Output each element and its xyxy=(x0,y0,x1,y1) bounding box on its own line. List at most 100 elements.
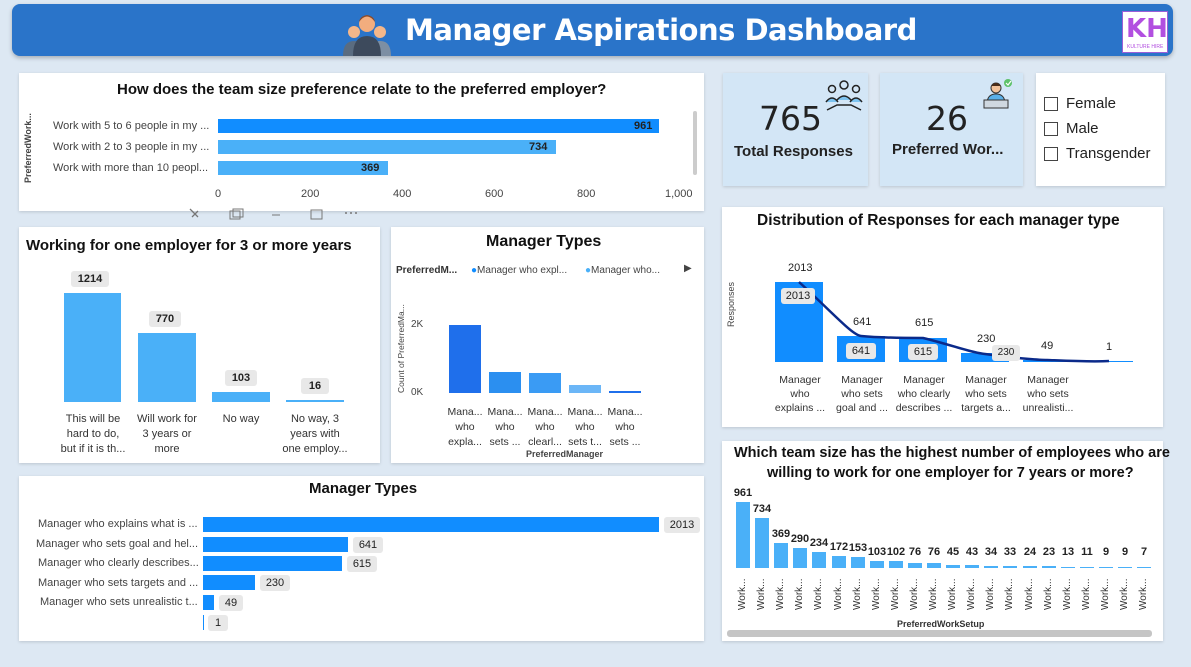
checkbox[interactable] xyxy=(1044,96,1058,111)
team-size-value: 961 xyxy=(733,487,753,499)
manager-category: Manager who explains what is ... xyxy=(38,518,198,530)
team-pref-yaxis-label: PreferredWork... xyxy=(23,113,33,183)
team-pref-title: How does the team size preference relate… xyxy=(117,81,607,98)
slicer-option-transgender[interactable]: Transgender xyxy=(1044,145,1151,162)
horizontal-scrollbar[interactable] xyxy=(727,630,1152,637)
checkbox[interactable] xyxy=(1044,146,1058,161)
distribution-card[interactable]: Distribution of Responses for each manag… xyxy=(722,207,1163,427)
team-size-bar[interactable] xyxy=(927,563,941,568)
team-size-bar[interactable] xyxy=(889,561,903,568)
team-pref-value: 369 xyxy=(361,162,380,174)
team-size-xaxis-label: PreferredWorkSetup xyxy=(897,619,985,629)
distribution-category: Manager who sets unrealisti... xyxy=(1022,374,1074,414)
team-pref-value: 734 xyxy=(529,141,548,153)
team-size-bar[interactable] xyxy=(851,557,865,568)
team-size-bar[interactable] xyxy=(870,561,884,568)
distribution-label: 1 xyxy=(1106,341,1113,353)
manager-value: 49 xyxy=(219,595,243,611)
col-bar[interactable] xyxy=(529,373,561,393)
legend-next-arrow-icon[interactable]: ▶ xyxy=(684,263,692,274)
kpi-total-label: Total Responses xyxy=(734,143,853,160)
team-size-bar[interactable] xyxy=(965,565,979,568)
manager-bar[interactable] xyxy=(203,615,204,630)
team-size-category: Work... xyxy=(909,578,920,610)
working-bar[interactable] xyxy=(64,293,121,402)
team-pref-bar[interactable] xyxy=(218,140,556,154)
gender-slicer[interactable]: Female Male Transgender xyxy=(1036,73,1165,186)
team-size-value: 734 xyxy=(752,503,772,515)
working-bar[interactable] xyxy=(286,400,344,402)
brand-logo: KH KULTURE HIRE xyxy=(1122,11,1168,53)
col-bar[interactable] xyxy=(449,325,481,393)
team-size-category: Work... xyxy=(1062,578,1073,610)
team-size-bar[interactable] xyxy=(736,502,750,568)
team-size-bar[interactable] xyxy=(1061,567,1075,568)
dashboard-header: Manager Aspirations Dashboard KH KULTURE… xyxy=(12,4,1173,56)
working-category: No way, 3 years with one employ... xyxy=(282,413,348,455)
working-value: 103 xyxy=(225,370,257,386)
distribution-inner-label: 2013 xyxy=(781,288,815,304)
col-bar[interactable] xyxy=(489,372,521,393)
team-size-bar[interactable] xyxy=(1099,567,1113,568)
team-size-category: Work... xyxy=(813,578,824,610)
manager-category: Manager who sets unrealistic t... xyxy=(40,596,198,608)
team-size-bar[interactable] xyxy=(812,552,826,568)
team-size-bar[interactable] xyxy=(946,565,960,568)
slicer-option-female[interactable]: Female xyxy=(1044,95,1116,112)
team-size-category: Work... xyxy=(794,578,805,610)
scrollbar[interactable] xyxy=(693,111,697,175)
team-size-bar[interactable] xyxy=(1003,566,1017,568)
team-size-seven-years-card[interactable]: Which team size has the highest number o… xyxy=(722,441,1170,641)
distribution-category: Manager who sets goal and ... xyxy=(836,374,888,414)
y-tick: 2K xyxy=(411,319,424,330)
manager-category: Manager who sets goal and hel... xyxy=(36,538,199,550)
slicer-option-male[interactable]: Male xyxy=(1044,120,1099,137)
team-size-bar[interactable] xyxy=(1023,566,1037,568)
col-bar[interactable] xyxy=(609,391,641,393)
col-category: Mana... who sets ... xyxy=(607,406,643,448)
team-size-chart: 961 Work... 734 Work... 369 Work... 290 Work...… xyxy=(722,441,1163,641)
distribution-category: Manager who sets targets a... xyxy=(961,374,1011,414)
manager-types-bar-title: Manager Types xyxy=(309,480,418,497)
manager-value: 641 xyxy=(353,537,383,553)
manager-types-column-card[interactable]: Manager Types PreferredM... ●Manager who… xyxy=(391,227,704,463)
manager-types-bar-card[interactable]: Manager Types Manager who explains what … xyxy=(19,476,704,641)
manager-category: Manager who sets targets and ... xyxy=(38,577,199,589)
team-size-bar[interactable] xyxy=(774,543,788,568)
team-size-bar[interactable] xyxy=(1080,567,1094,568)
kpi-total-responses-card[interactable]: 765 Total Responses xyxy=(723,73,868,186)
working-bar[interactable] xyxy=(212,392,270,402)
legend-item[interactable]: ●Manager who expl... xyxy=(471,265,567,276)
visual-toolbar[interactable] xyxy=(178,207,378,221)
team-size-bar[interactable] xyxy=(1137,567,1151,568)
distribution-inner-label: 641 xyxy=(846,343,876,359)
team-pref-category: Work with more than 10 peopl... xyxy=(53,162,209,174)
legend-item[interactable]: ●Manager who... xyxy=(585,265,660,276)
team-size-category: Work... xyxy=(1138,578,1149,610)
working-bar[interactable] xyxy=(138,333,196,402)
working-years-card[interactable]: Working for one employer for 3 or more y… xyxy=(19,227,380,463)
team-size-bar[interactable] xyxy=(793,548,807,568)
team-size-bar[interactable] xyxy=(1042,566,1056,568)
manager-bar[interactable] xyxy=(203,537,348,552)
y-tick: 0K xyxy=(411,387,424,398)
distribution-label: 641 xyxy=(853,316,872,328)
manager-value: 615 xyxy=(347,556,377,572)
team-size-bar[interactable] xyxy=(832,556,846,568)
team-size-category: Work... xyxy=(1081,578,1092,610)
team-pref-bar[interactable] xyxy=(218,119,659,133)
team-size-bar[interactable] xyxy=(984,566,998,568)
manager-bar[interactable] xyxy=(203,517,659,532)
kpi-preferred-work-card[interactable]: 26 Preferred Wor... xyxy=(880,73,1023,186)
team-size-category: Work... xyxy=(966,578,977,610)
team-size-bar[interactable] xyxy=(908,563,922,568)
manager-bar[interactable] xyxy=(203,556,342,571)
manager-bar[interactable] xyxy=(203,595,214,610)
distribution-inner-label: 230 xyxy=(992,345,1020,361)
manager-bar[interactable] xyxy=(203,575,255,590)
team-size-bar[interactable] xyxy=(755,518,769,568)
col-bar[interactable] xyxy=(569,385,601,393)
team-size-bar[interactable] xyxy=(1118,567,1132,568)
checkbox[interactable] xyxy=(1044,121,1058,136)
team-pref-card[interactable]: How does the team size preference relate… xyxy=(19,73,704,211)
